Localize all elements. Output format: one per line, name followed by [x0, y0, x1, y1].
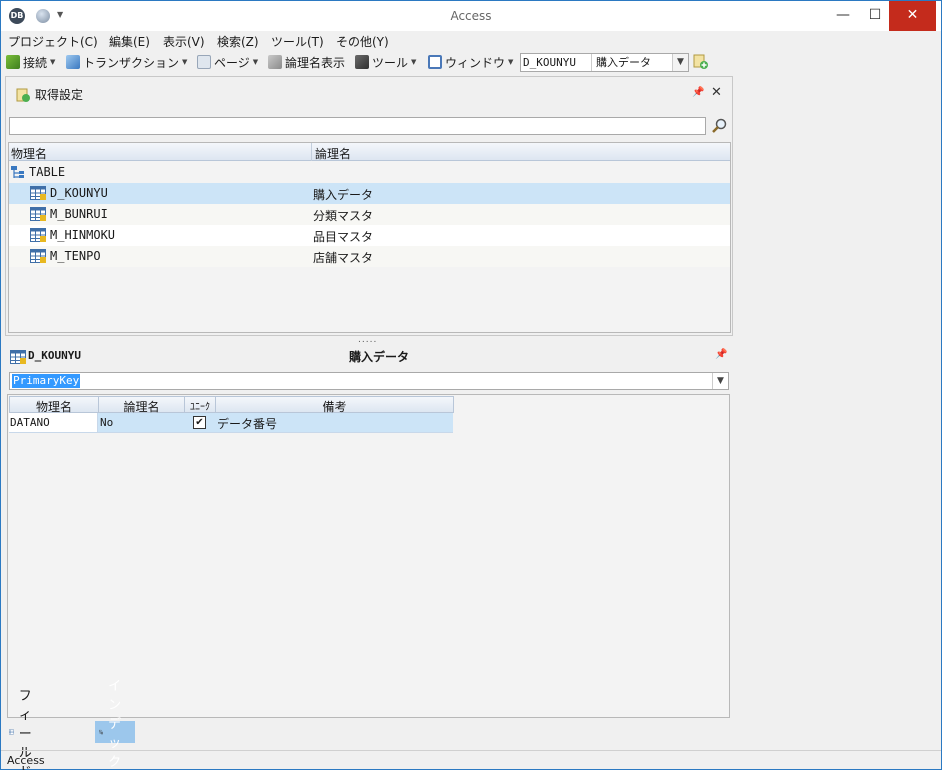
tree-group-icon	[11, 166, 24, 178]
dropdown-arrow-icon: ▼	[252, 58, 259, 66]
logical-name-icon	[268, 55, 282, 69]
header-unique[interactable]: ﾕﾆｰｸ	[184, 396, 216, 413]
window-icon	[428, 55, 442, 69]
cell-physical-name: DATANO	[9, 413, 98, 432]
page-label: ページ	[214, 55, 250, 70]
app-window: DB ▼ Access — ☐ ✕ プロジェクト(C) 編集(E) 表示(V) …	[0, 0, 942, 770]
menu-search[interactable]: 検索(Z)	[217, 33, 259, 50]
maximize-button[interactable]: ☐	[858, 1, 892, 31]
dropdown-arrow-icon: ▼	[182, 58, 188, 66]
table-icon	[30, 228, 46, 242]
page-icon	[197, 55, 211, 69]
page-button[interactable]: ページ ▼	[197, 54, 258, 70]
menu-other[interactable]: その他(Y)	[336, 33, 389, 50]
header-logical-name[interactable]: 論理名	[315, 145, 351, 162]
title-bar: DB ▼ Access — ☐ ✕	[1, 1, 941, 31]
tools-label: ツール	[372, 55, 409, 70]
logical-name-display-label: 論理名表示	[285, 55, 346, 70]
table-row[interactable]: M_BUNRUI 分類マスタ	[9, 204, 730, 225]
index-column-row[interactable]: DATANO No ✔ データ番号	[9, 413, 453, 433]
pin-icon[interactable]: 📌	[692, 87, 704, 98]
search-icon[interactable]	[711, 118, 727, 134]
row-physical-name: D_KOUNYU	[50, 186, 108, 200]
detail-table-logical-name: 購入データ	[348, 350, 409, 364]
transaction-label: トランザクション	[83, 55, 180, 70]
dropdown-arrow-icon: ▼	[508, 58, 514, 66]
tab-indexes[interactable]: インデックス	[95, 679, 136, 770]
tree-group-label: TABLE	[29, 165, 66, 179]
row-logical-name: 店舗マスタ	[313, 251, 374, 265]
row-logical-name: 分類マスタ	[313, 209, 374, 223]
table-list-grid: 物理名 論理名 TABLE D_KOUNYU 購入データ M_BUNRUI 分類…	[8, 142, 731, 333]
tree-group-table[interactable]: TABLE	[9, 162, 730, 183]
cell-note: データ番号	[217, 417, 278, 431]
connect-button[interactable]: 接続 ▼	[6, 54, 55, 70]
window-button[interactable]: ウィンドウ ▼	[428, 54, 513, 70]
index-columns-grid: 物理名 論理名 ﾕﾆｰｸ 備考 DATANO No ✔ データ番号	[7, 394, 730, 718]
panel-splitter[interactable]: .....	[358, 335, 377, 345]
table-icon	[30, 249, 46, 263]
tools-icon	[355, 55, 369, 69]
table-row[interactable]: M_HINMOKU 品目マスタ	[9, 225, 730, 246]
menu-project[interactable]: プロジェクト(C)	[8, 33, 98, 50]
toolbar: 接続 ▼ トランザクション ▼ ページ ▼ 論理名表示 ツール ▼ ウィンドウ ▼	[1, 51, 941, 73]
tools-button[interactable]: ツール ▼	[355, 54, 416, 70]
search-input[interactable]	[9, 117, 706, 135]
cell-unique-checkbox[interactable]: ✔	[193, 416, 206, 429]
header-note[interactable]: 備考	[215, 396, 454, 414]
chevron-down-icon[interactable]: ▼	[712, 373, 728, 389]
row-logical-name: 購入データ	[313, 188, 374, 202]
panel-title: 取得設定	[16, 86, 83, 103]
window-label: ウィンドウ	[445, 55, 506, 70]
plug-icon	[6, 55, 20, 69]
index-tree-icon	[99, 729, 103, 735]
menu-view[interactable]: 表示(V)	[163, 33, 205, 50]
header-logical-name[interactable]: 論理名	[98, 396, 185, 414]
transaction-button[interactable]: トランザクション ▼	[66, 54, 187, 70]
header-unique-label: ﾕﾆｰｸ	[190, 402, 210, 413]
settings-db-icon	[16, 88, 30, 102]
close-button[interactable]: ✕	[889, 1, 936, 31]
table-row[interactable]: M_TENPO 店舗マスタ	[9, 246, 730, 267]
add-table-icon[interactable]	[693, 54, 708, 70]
pin-icon[interactable]: 📌	[715, 349, 727, 360]
close-panel-icon[interactable]: ✕	[711, 85, 722, 100]
row-logical-name: 品目マスタ	[313, 230, 374, 244]
index-selected-value: PrimaryKey	[12, 374, 81, 388]
table-combo[interactable]: D_KOUNYU 購入データ ▼	[520, 53, 689, 72]
dropdown-arrow-icon: ▼	[50, 58, 56, 66]
status-bar: Access	[1, 750, 941, 770]
fetch-settings-title: 取得設定	[35, 88, 84, 102]
menu-edit[interactable]: 編集(E)	[109, 33, 150, 50]
transaction-icon	[66, 55, 80, 69]
table-icon	[30, 207, 46, 221]
grid-header: 物理名 論理名	[9, 143, 730, 161]
row-physical-name: M_TENPO	[50, 249, 101, 263]
connect-label: 接続	[23, 55, 48, 70]
fetch-settings-panel: 取得設定 📌 ✕ 物理名 論理名 TABLE D_KOUNYU 購入データ M_…	[5, 76, 733, 336]
window-title: Access	[450, 9, 492, 23]
chevron-down-icon[interactable]: ▼	[672, 54, 688, 71]
index-select[interactable]: PrimaryKey ▼	[9, 372, 729, 390]
header-physical-name[interactable]: 物理名	[11, 145, 47, 162]
menu-bar: プロジェクト(C) 編集(E) 表示(V) 検索(Z) ツール(T) その他(Y…	[1, 31, 941, 51]
cell-logical-name: No	[100, 416, 114, 429]
status-text: Access	[7, 754, 45, 767]
dropdown-arrow-icon: ▼	[411, 58, 417, 66]
table-row[interactable]: D_KOUNYU 購入データ	[9, 183, 730, 204]
header-physical-name[interactable]: 物理名	[9, 396, 99, 414]
logical-name-display-button[interactable]: 論理名表示	[268, 54, 345, 70]
fields-icon	[9, 729, 14, 735]
table-combo-logical: 購入データ	[596, 56, 651, 69]
table-icon	[30, 186, 46, 200]
tab-fields[interactable]: フィールド	[5, 689, 45, 770]
row-physical-name: M_HINMOKU	[50, 228, 116, 242]
table-combo-physical: D_KOUNYU	[521, 54, 592, 71]
row-physical-name: M_BUNRUI	[50, 207, 108, 221]
menu-tools[interactable]: ツール(T)	[271, 33, 324, 50]
minimize-button[interactable]: —	[826, 1, 860, 31]
